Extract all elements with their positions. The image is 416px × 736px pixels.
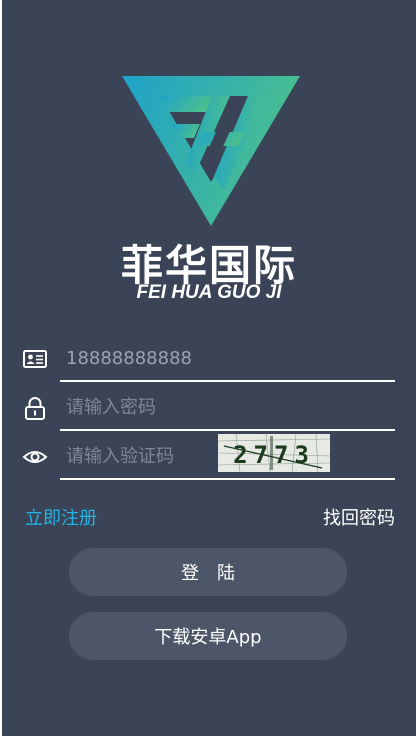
captcha-image[interactable]: 2773 xyxy=(218,434,330,472)
phone-underline xyxy=(60,380,395,382)
password-input[interactable] xyxy=(60,387,332,427)
phone-input[interactable] xyxy=(60,338,332,378)
password-underline xyxy=(60,429,395,431)
captcha-input[interactable] xyxy=(60,436,222,476)
captcha-row: 2773 xyxy=(2,434,416,480)
password-row xyxy=(2,385,416,431)
login-screen: 菲华国际 FEI HUA GUO JI 18888888888 请输入验证码 2… xyxy=(2,0,416,736)
captcha-text: 2773 xyxy=(233,441,315,469)
eye-icon xyxy=(22,451,48,463)
fh-logo-icon xyxy=(122,76,300,226)
login-button[interactable]: 登 陆 xyxy=(69,548,347,596)
forgot-password-link[interactable]: 找回密码 xyxy=(323,504,395,530)
auth-links: 立即注册 找回密码 xyxy=(2,504,416,532)
captcha-underline xyxy=(60,478,395,480)
brand-logo xyxy=(120,72,302,228)
brand-name-english: FEI HUA GUO JI xyxy=(136,282,282,303)
lock-icon xyxy=(25,397,45,420)
id-card-icon xyxy=(23,350,47,368)
phone-row xyxy=(2,336,416,382)
register-link[interactable]: 立即注册 xyxy=(25,504,97,530)
download-android-app-button[interactable]: 下载安卓App xyxy=(69,612,347,660)
